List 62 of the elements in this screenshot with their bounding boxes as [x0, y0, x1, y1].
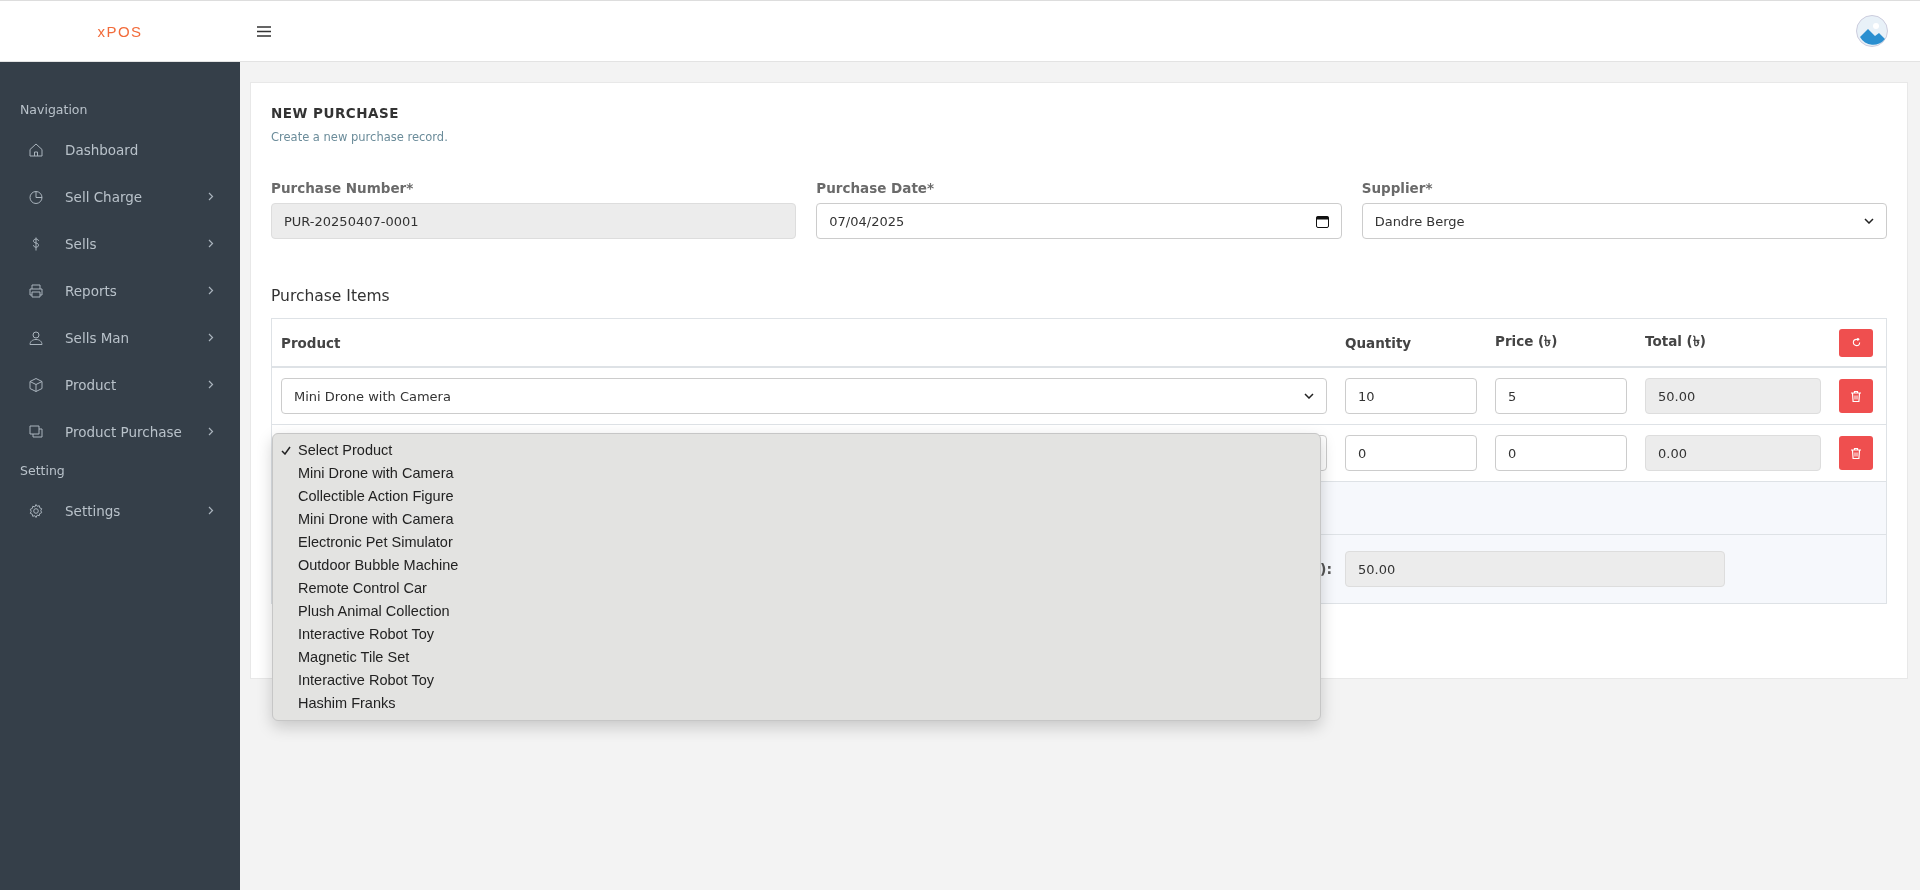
user-icon [28, 329, 44, 346]
product-select[interactable]: Mini Drone with Camera [281, 378, 1327, 414]
quantity-field[interactable]: 0 [1345, 435, 1477, 471]
printer-icon [28, 282, 44, 299]
dropdown-option[interactable]: Mini Drone with Camera [273, 462, 1320, 485]
sidebar-item[interactable]: Sells [0, 220, 240, 267]
reset-button[interactable] [1839, 328, 1873, 357]
total-field[interactable]: 50.00 [1645, 378, 1821, 414]
page-title: NEW PURCHASE [271, 105, 400, 121]
box-icon [28, 376, 44, 393]
delete-button[interactable] [1839, 436, 1873, 470]
pie-icon [28, 188, 44, 205]
purchase-number-field[interactable]: PUR-20250407-0001 [271, 203, 797, 239]
sidebar-item[interactable]: Reports [0, 267, 240, 314]
dropdown-option[interactable]: Select Product [273, 439, 1320, 462]
page-subtitle: Create a new purchase record. [271, 130, 449, 144]
sidebar-item[interactable]: Sells Man [0, 314, 240, 361]
copy-icon [28, 423, 44, 440]
price-field[interactable]: 5 [1495, 378, 1627, 414]
column-header: Price (৳) [1495, 333, 1558, 349]
chevron-down-icon [1304, 393, 1314, 399]
sidebar-item[interactable]: Product Purchase [0, 408, 240, 455]
trash-icon [1851, 447, 1861, 459]
grand-total-field[interactable]: 50.00 [1345, 551, 1725, 587]
grand-total-label: ): [1320, 561, 1332, 577]
column-header: Product [281, 335, 341, 351]
sidebar-item[interactable]: Sell Charge [0, 173, 240, 220]
dropdown-option[interactable]: Interactive Robot Toy [273, 623, 1320, 646]
section-title: Purchase Items [271, 287, 391, 305]
dropdown-option[interactable]: Outdoor Bubble Machine [273, 554, 1320, 577]
dropdown-option[interactable]: Mini Drone with Camera [273, 508, 1320, 531]
home-icon [28, 141, 44, 158]
calendar-icon[interactable] [1315, 214, 1329, 228]
dropdown-option[interactable]: Interactive Robot Toy [273, 669, 1320, 692]
column-header: Total (৳) [1645, 333, 1706, 349]
dropdown-option[interactable]: Collectible Action Figure [273, 485, 1320, 508]
dropdown-option[interactable]: Electronic Pet Simulator [273, 531, 1320, 554]
dropdown-option[interactable]: Remote Control Car [273, 577, 1320, 600]
field-label: Purchase Number* [271, 180, 415, 196]
avatar-image-icon[interactable] [1856, 15, 1888, 47]
dropdown-option[interactable]: Magnetic Tile Set [273, 646, 1320, 669]
total-field[interactable]: 0.00 [1645, 435, 1821, 471]
refresh-icon [1851, 338, 1861, 347]
sidebar-item[interactable]: Settings [0, 487, 240, 534]
sidebar-section-title: Navigation [19, 101, 89, 119]
sidebar-item[interactable]: Dashboard [0, 126, 240, 173]
quantity-field[interactable]: 10 [1345, 378, 1477, 414]
gear-icon [28, 502, 44, 519]
chevron-down-icon [1864, 218, 1874, 224]
purchase-date-field[interactable]: 07/04/2025 [816, 203, 1342, 239]
sidebar-section-title: Setting [19, 462, 66, 480]
menu-icon[interactable] [257, 25, 271, 37]
dropdown-option[interactable]: Hashim Franks [273, 692, 1320, 715]
price-field[interactable]: 0 [1495, 435, 1627, 471]
dropdown-option[interactable]: Plush Animal Collection [273, 600, 1320, 623]
supplier-select[interactable]: Dandre Berge [1361, 203, 1887, 239]
trash-icon [1851, 390, 1861, 402]
field-label: Purchase Date* [816, 180, 936, 196]
sidebar-item[interactable]: Product [0, 361, 240, 408]
column-header: Quantity [1345, 335, 1412, 351]
delete-button[interactable] [1839, 379, 1873, 413]
field-label: Supplier* [1361, 180, 1434, 196]
